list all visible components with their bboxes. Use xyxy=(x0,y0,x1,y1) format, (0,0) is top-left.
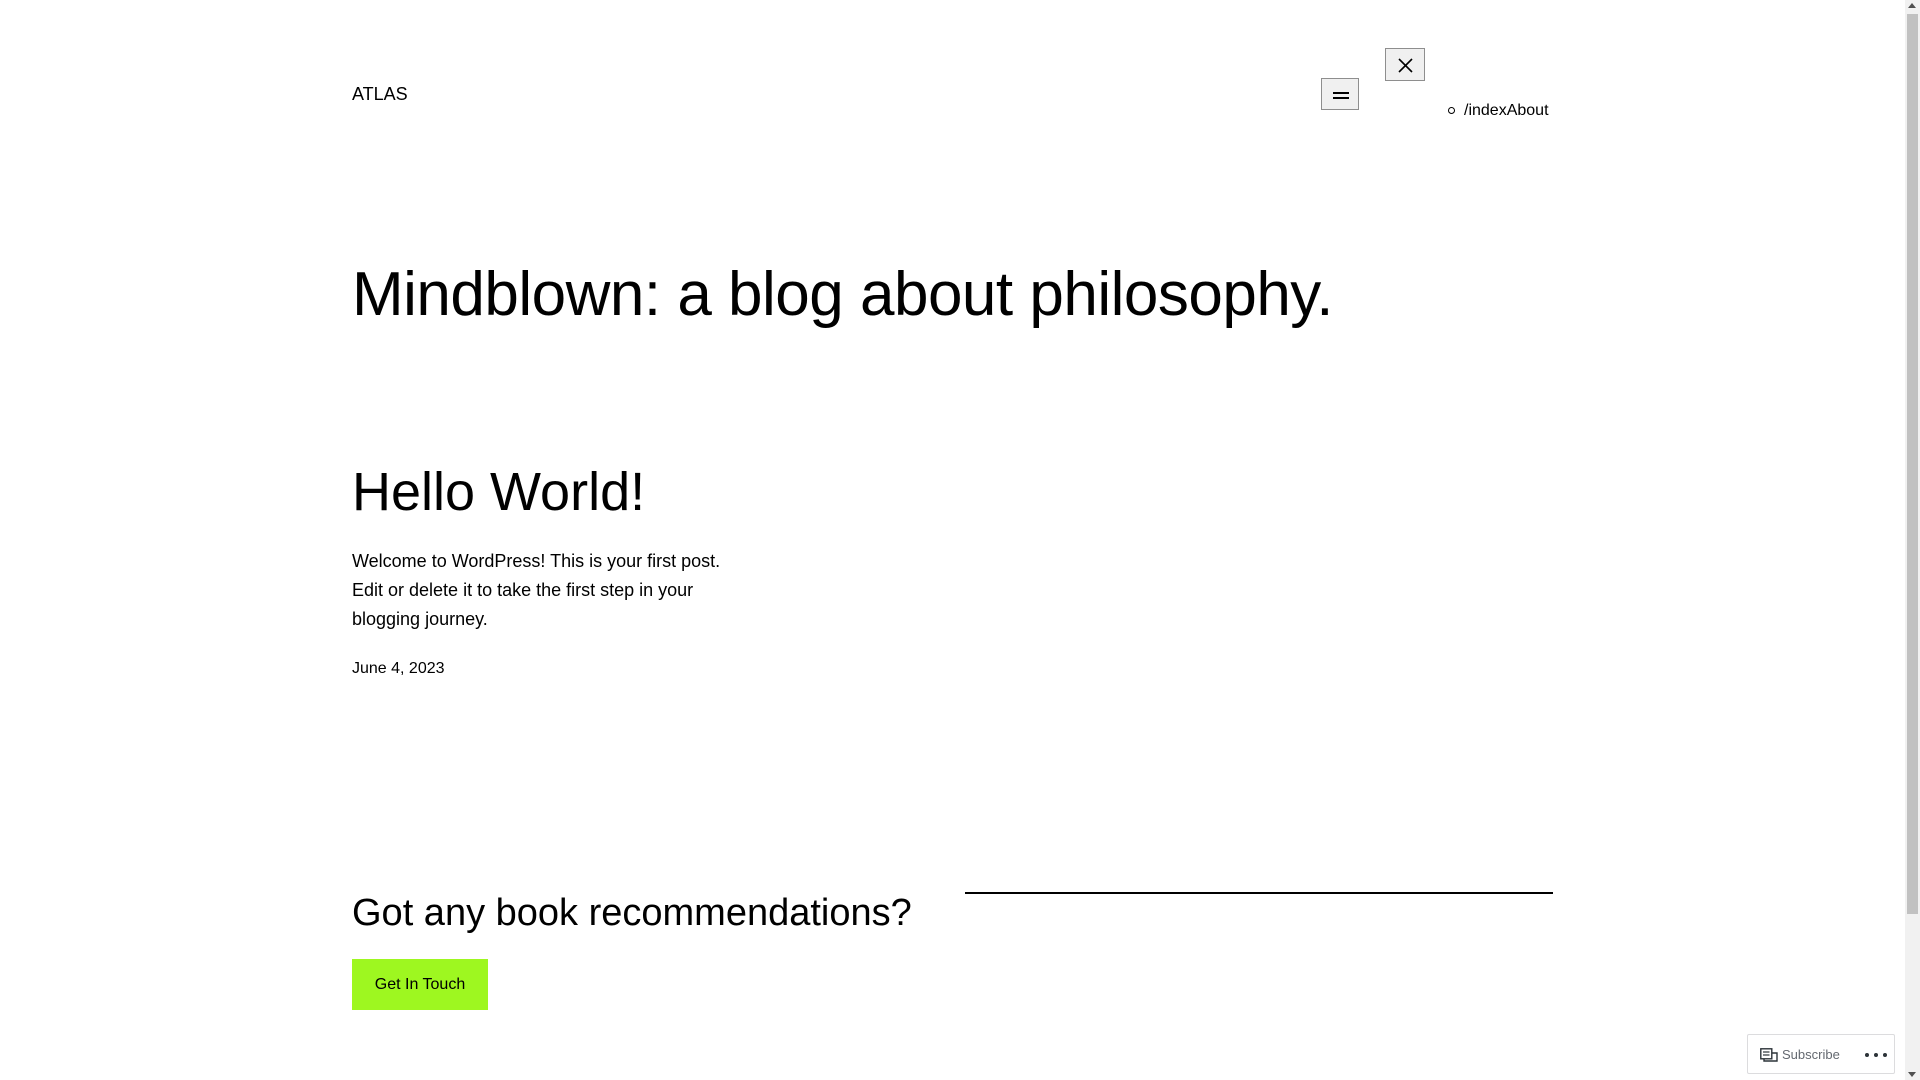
close-menu-button[interactable] xyxy=(1385,48,1425,81)
nav-item-index: /indexAbout xyxy=(1448,101,1549,121)
site-title[interactable]: ATLAS xyxy=(352,84,408,105)
page: ATLAS /indexAbout Mindblown: a blog abou… xyxy=(0,0,1905,1080)
cta-heading: Got any book recommendations? xyxy=(352,892,912,934)
scroll-down-arrow-icon[interactable] xyxy=(1908,1072,1916,1077)
post-title-link[interactable]: Hello World! xyxy=(352,462,645,522)
subscribe-button[interactable]: Subscribe xyxy=(1758,1043,1840,1067)
post-date[interactable]: June 4, 2023 xyxy=(352,660,445,678)
nav-link-about[interactable]: About xyxy=(1507,102,1549,119)
scrollbar[interactable] xyxy=(1905,0,1920,1080)
circle-bullet-icon xyxy=(1448,107,1455,114)
more-options-button[interactable] xyxy=(1863,1043,1889,1067)
scrollbar-thumb[interactable] xyxy=(1907,14,1918,914)
close-icon xyxy=(1398,58,1413,73)
nav-link-index[interactable]: /index xyxy=(1464,102,1507,119)
page-heading: Mindblown: a blog about philosophy. xyxy=(352,260,1333,329)
separator-line xyxy=(965,892,1553,894)
post-title: Hello World! xyxy=(352,457,645,527)
get-in-touch-button[interactable]: Get In Touch xyxy=(352,959,488,1010)
open-menu-button[interactable] xyxy=(1321,78,1359,110)
subscribe-widget: Subscribe xyxy=(1747,1034,1895,1074)
scroll-up-arrow-icon[interactable] xyxy=(1908,3,1916,8)
post-excerpt: Welcome to WordPress! This is your first… xyxy=(352,551,721,629)
navigation-menu: /indexAbout xyxy=(1448,101,1549,121)
